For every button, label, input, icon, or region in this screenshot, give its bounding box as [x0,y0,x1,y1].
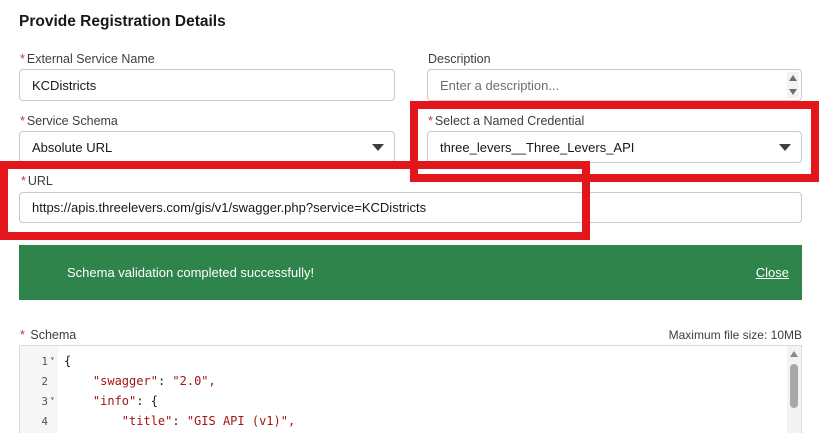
service-schema-select[interactable]: Absolute URL [19,131,395,163]
code-text: "info": { [92,394,158,408]
scrollbar-thumb[interactable] [790,364,798,408]
page-title: Provide Registration Details [19,13,226,30]
required-marker: * [20,328,25,342]
max-file-size-note: Maximum file size: 10MB [668,328,802,342]
chevron-down-icon [372,144,384,151]
scroll-up-icon[interactable] [790,351,798,357]
line-number: 4 [41,415,48,428]
schema-code-editor[interactable]: 1 ▾ { 2 "swagger": "2.0", 3 ▾ "info": { … [19,345,802,433]
description-textarea[interactable]: Enter a description... [427,69,802,101]
textarea-scrollbar[interactable] [787,72,799,98]
code-line: 1 ▾ { [20,351,780,371]
line-number: 2 [41,375,48,388]
fold-arrow-icon[interactable]: ▾ [50,354,55,363]
success-toast: Schema validation completed successfully… [19,245,802,300]
toast-close-link[interactable]: Close [756,265,789,280]
external-service-name-input[interactable]: KCDistricts [19,69,395,101]
url-highlight-box [0,161,590,240]
line-number: 1 [41,355,48,368]
code-line: 2 "swagger": "2.0", [20,371,780,391]
fold-arrow-icon[interactable]: ▾ [50,394,55,403]
description-label: Description [428,52,491,66]
schema-label: * Schema [20,328,77,342]
required-marker: * [20,114,25,128]
scroll-down-icon[interactable] [789,89,797,95]
service-schema-label: * Service Schema [20,114,118,128]
external-service-name-label: * External Service Name [20,52,155,66]
editor-scrollbar[interactable] [787,346,801,433]
code-text: "swagger": "2.0", [92,374,216,388]
code-text: { [64,354,72,368]
line-number: 3 [41,395,48,408]
code-line: 3 ▾ "info": { [20,391,780,411]
required-marker: * [20,52,25,66]
toast-message: Schema validation completed successfully… [67,265,315,280]
code-text: "title": "GIS API (v1)", [121,414,296,428]
scroll-up-icon[interactable] [789,75,797,81]
code-line: 4 "title": "GIS API (v1)", [20,411,780,431]
